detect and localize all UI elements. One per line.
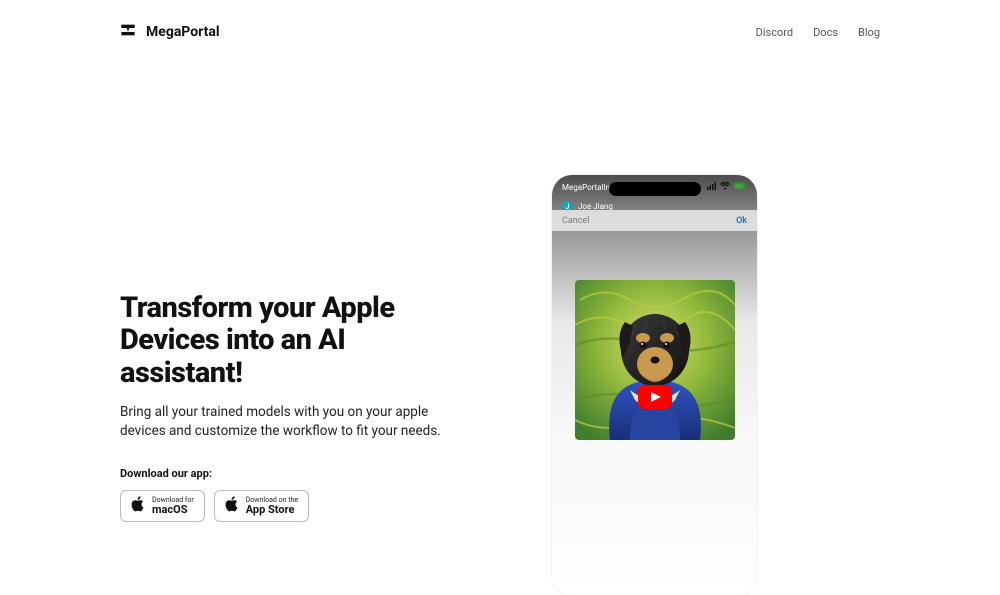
header: MegaPortal Discord Docs Blog bbox=[0, 0, 1000, 42]
video-play-button[interactable] bbox=[638, 385, 672, 409]
hero-left: Transform your Apple Devices into an AI … bbox=[120, 292, 450, 522]
wifi-icon bbox=[720, 182, 730, 192]
nav-discord[interactable]: Discord bbox=[756, 26, 793, 39]
hero-subtitle: Bring all your trained models with you o… bbox=[120, 403, 450, 441]
download-label: Download our app: bbox=[120, 467, 450, 480]
hero-title: Transform your Apple Devices into an AI … bbox=[120, 292, 450, 389]
signal-icon bbox=[707, 182, 717, 192]
nav-blog[interactable]: Blog bbox=[858, 26, 880, 39]
hero: Transform your Apple Devices into an AI … bbox=[0, 182, 1000, 522]
phone-notch bbox=[609, 182, 701, 196]
status-icons bbox=[707, 182, 747, 192]
ok-button[interactable]: Ok bbox=[736, 216, 747, 226]
nav-docs[interactable]: Docs bbox=[813, 26, 838, 39]
download-macos-bottom: macOS bbox=[152, 504, 194, 515]
brand-name: MegaPortal bbox=[146, 24, 220, 40]
generated-image bbox=[575, 280, 735, 440]
download-buttons: Download for macOS Download on the App S… bbox=[120, 490, 450, 522]
battery-icon bbox=[733, 182, 747, 192]
brand[interactable]: MegaPortal bbox=[120, 22, 220, 42]
download-macos-button[interactable]: Download for macOS bbox=[120, 490, 205, 522]
download-appstore-bottom: App Store bbox=[246, 504, 298, 515]
download-appstore-text: Download on the App Store bbox=[246, 497, 298, 515]
download-appstore-button[interactable]: Download on the App Store bbox=[214, 490, 309, 522]
apple-icon bbox=[225, 496, 239, 516]
brand-icon bbox=[120, 22, 136, 42]
cancel-button[interactable]: Cancel bbox=[562, 216, 589, 226]
download-macos-text: Download for macOS bbox=[152, 497, 194, 515]
phone-preview: MegaPortalIntro J Joe Jiang Cancel Ok bbox=[552, 175, 757, 595]
nav-right: Discord Docs Blog bbox=[756, 26, 880, 39]
apple-icon bbox=[131, 496, 145, 516]
phone-overlay-bar: Cancel Ok bbox=[552, 210, 757, 231]
